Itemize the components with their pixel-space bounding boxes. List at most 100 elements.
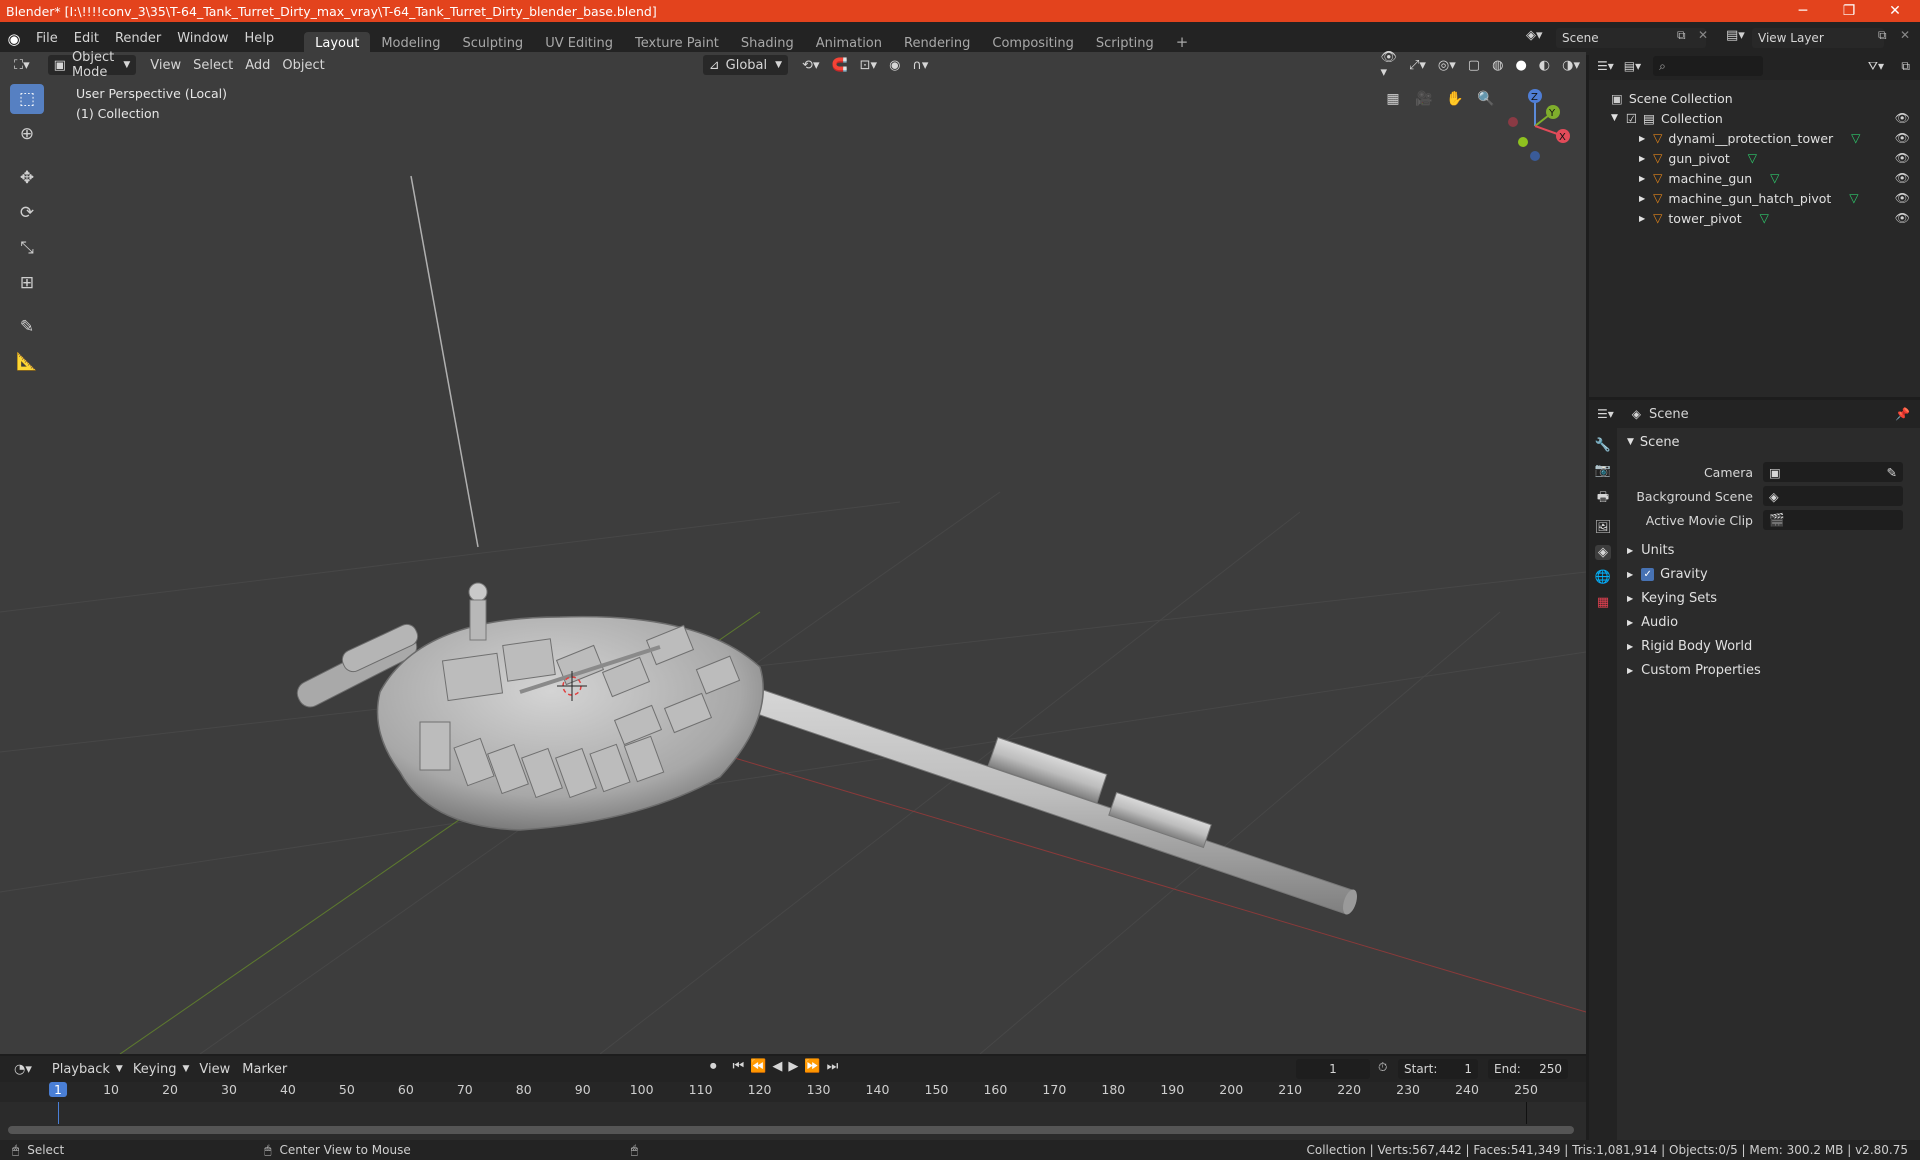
menu-window[interactable]: Window — [169, 31, 236, 46]
viewport-menu-add[interactable]: Add — [239, 55, 276, 75]
editor-type-icon[interactable]: ⛶▾ — [8, 55, 36, 75]
menu-render[interactable]: Render — [107, 31, 169, 46]
snap-icon[interactable]: 🧲 — [825, 55, 853, 75]
eye-icon[interactable]: 👁 — [1895, 151, 1910, 165]
camera-field[interactable]: ▣ ✎ — [1763, 462, 1903, 482]
active-movie-clip-field[interactable]: 🎬 — [1763, 510, 1903, 530]
solid-shading-icon[interactable]: ● — [1509, 55, 1532, 75]
gravity-checkbox[interactable]: ✓ — [1641, 567, 1655, 581]
pivot-point-icon[interactable]: ⟲▾ — [796, 55, 825, 75]
background-scene-field[interactable]: ◈ — [1763, 486, 1903, 506]
blender-logo-icon[interactable]: ◉ — [0, 30, 28, 48]
cursor-tool-icon[interactable]: ⊕ — [10, 119, 44, 149]
scale-tool-icon[interactable]: ⤡ — [10, 233, 44, 263]
material-shading-icon[interactable]: ◐ — [1533, 55, 1556, 75]
gizmo-neg-z-icon[interactable] — [1530, 151, 1540, 161]
viewport-menu-select[interactable]: Select — [187, 55, 239, 75]
include-checkbox[interactable]: ☑ — [1626, 111, 1637, 126]
mesh-data-icon[interactable]: ▽ — [1748, 151, 1757, 165]
menu-file[interactable]: File — [28, 31, 66, 46]
minimize-button[interactable]: ─ — [1780, 0, 1826, 22]
expand-arrow-icon[interactable]: ▶ — [1639, 154, 1645, 163]
eye-icon[interactable]: 👁 — [1895, 131, 1910, 145]
timeline-area[interactable]: 1 10 20 30 40 50 60 70 80 90 100 110 120 130 140 150 160… — [0, 1082, 1586, 1140]
eye-icon[interactable]: 👁 — [1895, 211, 1910, 225]
overlays-icon[interactable]: ◎▾ — [1432, 55, 1462, 75]
3d-viewport[interactable]: ⬚ ⊕ ✥ ⟳ ⤡ ⊞ ✎ 📐 User Perspective (Local)… — [0, 52, 1586, 1054]
keying-sets-panel-header[interactable]: ▶ Keying Sets — [1623, 586, 1915, 610]
outliner-item[interactable]: ▶ ▽ machine_gun ▽ 👁 — [1589, 168, 1920, 188]
expand-arrow-icon[interactable]: ▼ — [1611, 113, 1618, 123]
delete-scene-icon[interactable]: ✕ — [1698, 28, 1708, 42]
xray-icon[interactable]: ▢ — [1462, 55, 1486, 75]
pan-view-icon[interactable]: ✋ — [1442, 86, 1468, 112]
falloff-icon[interactable]: ∩▾ — [906, 55, 934, 75]
gizmo-neg-x-icon[interactable] — [1508, 117, 1518, 127]
outliner-item[interactable]: ▶ ▽ machine_gun_hatch_pivot ▽ 👁 — [1589, 188, 1920, 208]
world-tab-icon[interactable]: 🌐 — [1595, 570, 1611, 585]
timeline-scrollbar[interactable] — [8, 1126, 1574, 1134]
annotate-tool-icon[interactable]: ✎ — [10, 312, 44, 342]
viewport-menu-view[interactable]: View — [144, 55, 187, 75]
transform-tool-icon[interactable]: ⊞ — [10, 268, 44, 298]
outliner-item[interactable]: ▶ ▽ tower_pivot ▽ 👁 — [1589, 208, 1920, 228]
pin-icon[interactable]: 📌 — [1895, 407, 1910, 421]
collection-row[interactable]: ▼ ☑ ▤ Collection 👁 — [1589, 108, 1920, 128]
transform-orientation-selector[interactable]: ⊿ Global ▼ — [702, 55, 789, 75]
new-scene-icon[interactable]: ⧉ — [1677, 28, 1686, 43]
custom-properties-panel-header[interactable]: ▶ Custom Properties — [1623, 658, 1915, 682]
view-layer-tab-icon[interactable]: 🖼 — [1595, 520, 1612, 535]
properties-editor-type-icon[interactable]: ☰▾ — [1597, 407, 1614, 421]
scene-collection-row[interactable]: ▣ Scene Collection — [1589, 88, 1920, 108]
rotate-tool-icon[interactable]: ⟳ — [10, 198, 44, 228]
toggle-perspective-icon[interactable]: ▦ — [1380, 86, 1406, 112]
mesh-data-icon[interactable]: ▽ — [1851, 131, 1860, 145]
close-window-button[interactable]: ✕ — [1872, 0, 1918, 22]
filter-icon[interactable]: ⛛▾ — [1868, 59, 1884, 74]
move-tool-icon[interactable]: ✥ — [10, 163, 44, 193]
outliner-item[interactable]: ▶ ▽ dynami__protection_tower ▽ 👁 — [1589, 128, 1920, 148]
output-tab-icon[interactable]: 🖶 — [1597, 488, 1609, 510]
rigid-body-world-panel-header[interactable]: ▶ Rigid Body World — [1623, 634, 1915, 658]
delete-view-layer-icon[interactable]: ✕ — [1900, 28, 1910, 42]
display-mode-icon[interactable]: ▤▾ — [1624, 59, 1641, 73]
mesh-data-icon[interactable]: ▽ — [1849, 191, 1858, 205]
viewport-menu-object[interactable]: Object — [276, 55, 330, 75]
audio-panel-header[interactable]: ▶ Audio — [1623, 610, 1915, 634]
mesh-data-icon[interactable]: ▽ — [1760, 211, 1769, 225]
render-tab-icon[interactable]: 📷 — [1595, 463, 1611, 478]
gravity-panel-header[interactable]: ▶ ✓ Gravity — [1623, 562, 1915, 586]
mode-selector[interactable]: ▣ Object Mode ▼ — [47, 50, 137, 80]
units-panel-header[interactable]: ▶ Units — [1623, 538, 1915, 562]
new-collection-icon[interactable]: ⧉ — [1901, 59, 1910, 74]
mesh-data-icon[interactable]: ▽ — [1770, 171, 1779, 185]
eye-icon[interactable]: 👁 — [1895, 111, 1910, 125]
gizmo-toggle-icon[interactable]: ⤢▾ — [1403, 55, 1432, 75]
navigation-gizmo[interactable]: Z Y X — [1495, 86, 1575, 166]
expand-arrow-icon[interactable]: ▶ — [1639, 174, 1645, 183]
select-box-tool-icon[interactable]: ⬚ — [10, 84, 44, 114]
restore-button[interactable]: ❐ — [1826, 0, 1872, 22]
eye-icon[interactable]: 👁 — [1895, 171, 1910, 185]
wireframe-shading-icon[interactable]: ◍ — [1486, 55, 1509, 75]
measure-tool-icon[interactable]: 📐 — [10, 347, 44, 377]
texture-tab-icon[interactable]: ▦ — [1597, 595, 1609, 610]
new-view-layer-icon[interactable]: ⧉ — [1878, 28, 1887, 43]
proportional-edit-icon[interactable]: ◉ — [883, 55, 906, 75]
eye-icon[interactable]: 👁 — [1895, 191, 1910, 205]
outliner-item[interactable]: ▶ ▽ gun_pivot ▽ 👁 — [1589, 148, 1920, 168]
snap-target-icon[interactable]: ⊡▾ — [854, 55, 883, 75]
view-layer-browse-icon[interactable]: ▤▾ — [1726, 28, 1745, 43]
camera-view-icon[interactable]: 🎥 — [1411, 86, 1437, 112]
eyedropper-icon[interactable]: ✎ — [1887, 465, 1897, 480]
outliner-search-input[interactable]: ⌕ — [1653, 56, 1764, 76]
outliner-editor-type-icon[interactable]: ☰▾ — [1597, 59, 1614, 73]
tool-tab-icon[interactable]: 🔧 — [1595, 438, 1611, 453]
expand-arrow-icon[interactable]: ▶ — [1639, 214, 1645, 223]
expand-arrow-icon[interactable]: ▶ — [1639, 134, 1645, 143]
view-layer-selector[interactable]: View Layer — [1752, 28, 1884, 48]
visibility-icon[interactable]: 👁▾ — [1374, 50, 1403, 80]
rendered-shading-icon[interactable]: ◑▾ — [1556, 55, 1586, 75]
scene-tab-icon[interactable]: ◈ — [1595, 545, 1611, 560]
scene-panel-header[interactable]: ▼ Scene — [1623, 430, 1915, 454]
